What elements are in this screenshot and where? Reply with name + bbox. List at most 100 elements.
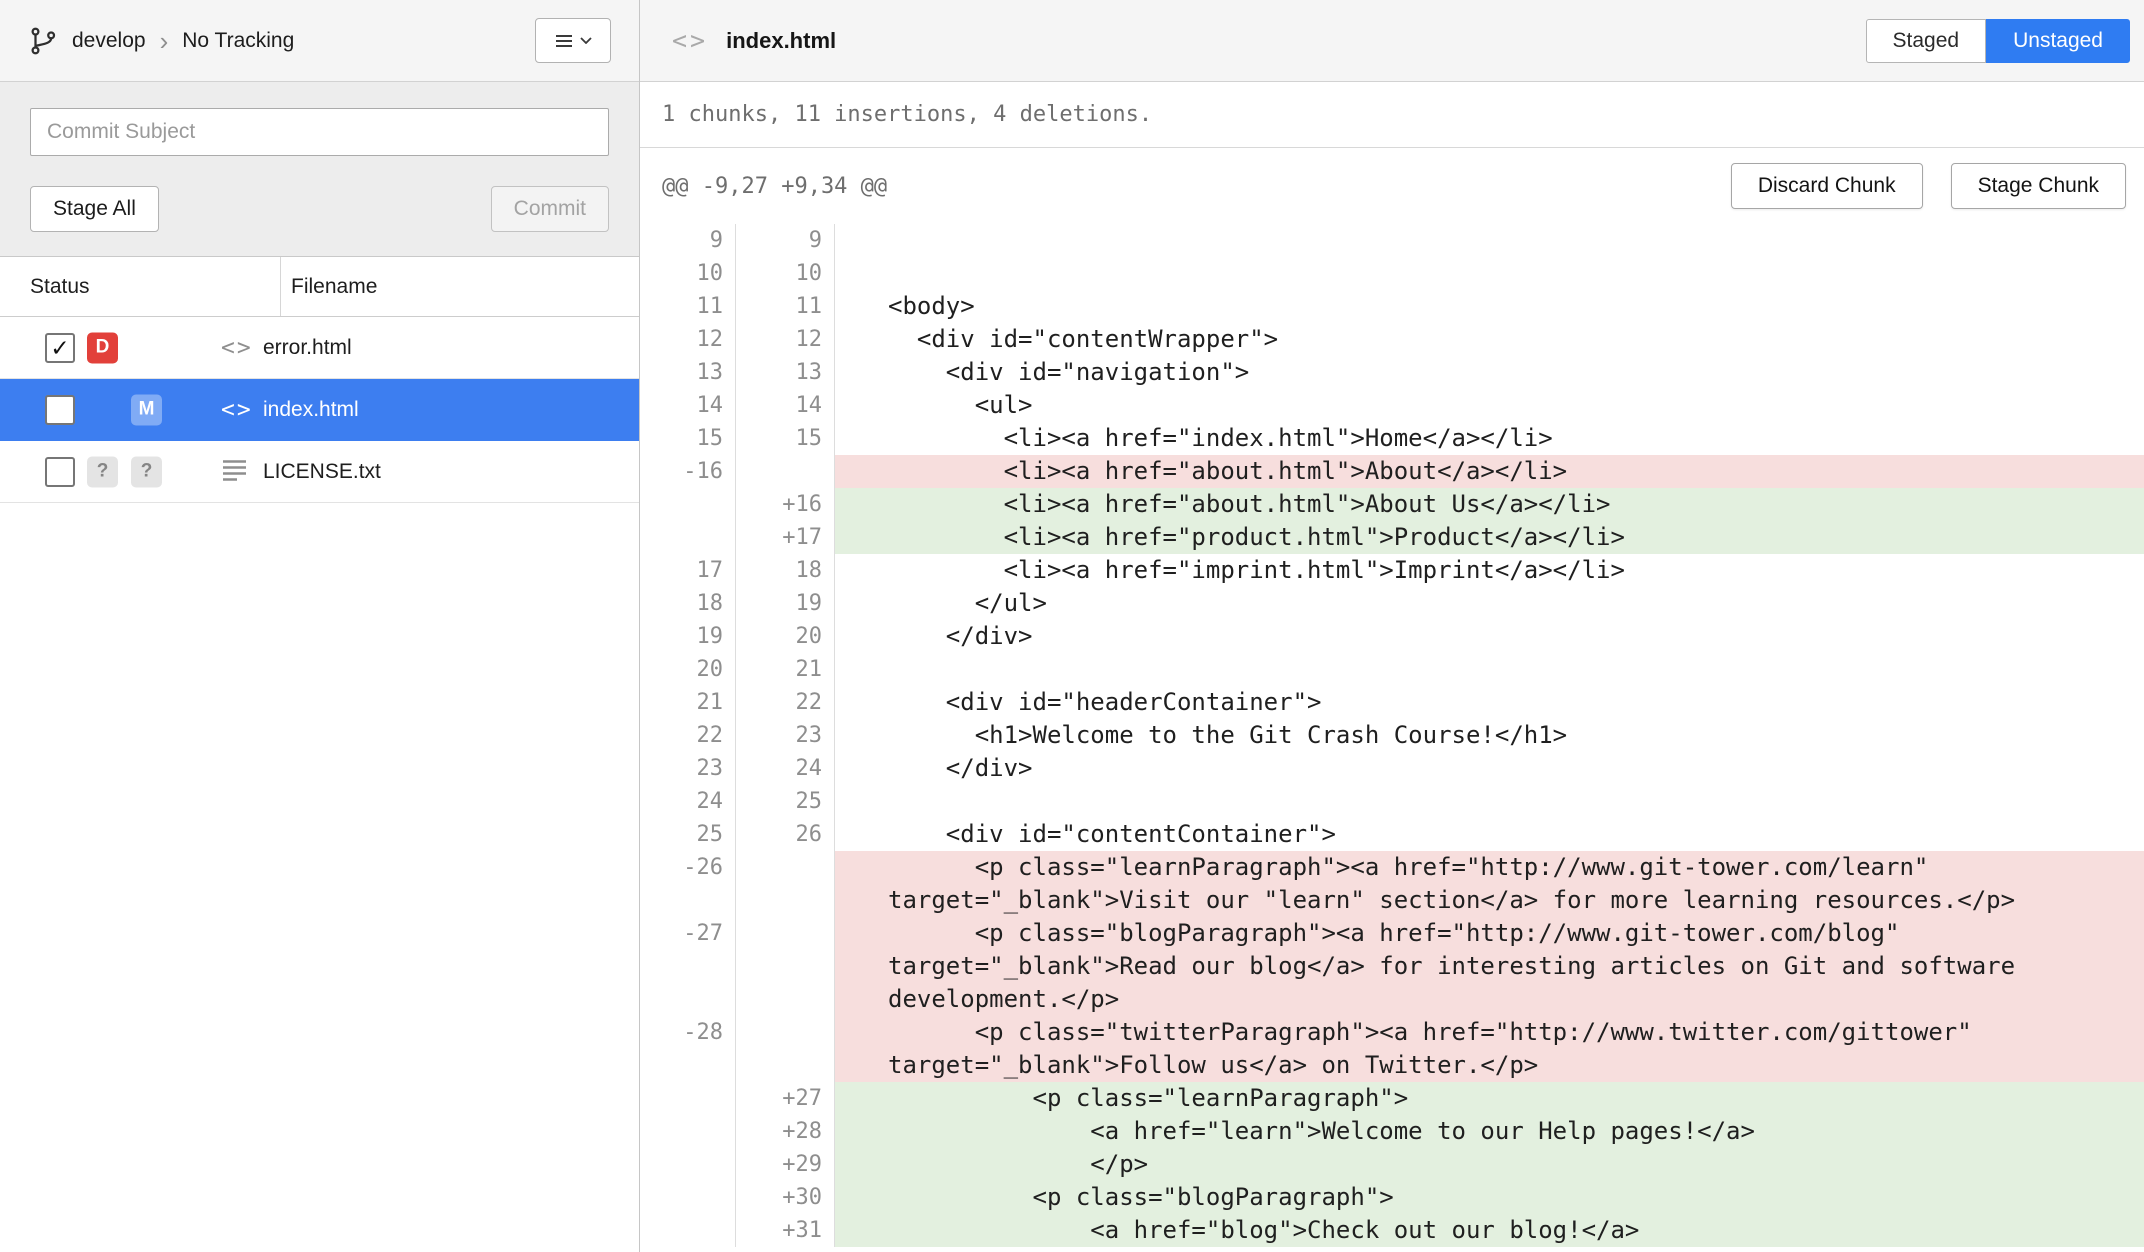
new-line-number: 21 <box>736 653 835 686</box>
commit-button[interactable]: Commit <box>491 186 609 232</box>
diff-line[interactable]: 2324 </div> <box>640 752 2144 785</box>
status-badge-deleted: D <box>87 332 118 363</box>
code-glyph <box>221 342 253 359</box>
chevron-down-icon <box>580 37 592 44</box>
diff-line[interactable]: 1920 </div> <box>640 620 2144 653</box>
code-text: <li><a href="index.html">Home</a></li> <box>835 422 2144 455</box>
diff-line[interactable]: 2122 <div id="headerContainer"> <box>640 686 2144 719</box>
filename: LICENSE.txt <box>263 460 381 484</box>
diff-line[interactable]: -16 <li><a href="about.html">About</a></… <box>640 455 2144 488</box>
tab-staged[interactable]: Staged <box>1866 19 1987 63</box>
filename: index.html <box>263 398 359 422</box>
old-line-number: 13 <box>640 356 736 389</box>
commit-subject-input[interactable] <box>30 108 609 156</box>
stage-checkbox[interactable] <box>45 395 75 425</box>
old-line-number <box>640 1148 736 1181</box>
file-row[interactable]: Derror.html <box>0 317 639 379</box>
new-line-number: +29 <box>736 1148 835 1181</box>
diff-line[interactable]: +31 <a href="blog">Check out our blog!</… <box>640 1214 2144 1247</box>
filename-column-header: Filename <box>291 275 377 299</box>
diff-line[interactable]: +29 </p> <box>640 1148 2144 1181</box>
branch-menu-button[interactable] <box>535 18 611 63</box>
diff-line[interactable]: +17 <li><a href="product.html">Product</… <box>640 521 2144 554</box>
code-text <box>835 653 2144 686</box>
diff-line[interactable]: -28 <p class="twitterParagraph"><a href=… <box>640 1016 2144 1082</box>
stage-checkbox[interactable] <box>45 333 75 363</box>
text-file-icon <box>221 456 248 487</box>
discard-chunk-button[interactable]: Discard Chunk <box>1731 163 1923 209</box>
diff-line[interactable]: 1313 <div id="navigation"> <box>640 356 2144 389</box>
code-text: <p class="learnParagraph"> <box>835 1082 2144 1115</box>
diff-line[interactable]: 1414 <ul> <box>640 389 2144 422</box>
diff-line[interactable]: 99 <box>640 224 2144 257</box>
code-text: <div id="navigation"> <box>835 356 2144 389</box>
diff-line[interactable]: 2425 <box>640 785 2144 818</box>
diff-line[interactable]: +30 <p class="blogParagraph"> <box>640 1181 2144 1214</box>
diff-line[interactable]: 1111<body> <box>640 290 2144 323</box>
code-text: <a href="blog">Check out our blog!</a> <box>835 1214 2144 1247</box>
code-text: <div id="headerContainer"> <box>835 686 2144 719</box>
new-line-number: 19 <box>736 587 835 620</box>
code-text: <p class="blogParagraph"><a href="http:/… <box>835 917 2144 1016</box>
code-text: </ul> <box>835 587 2144 620</box>
text-lines <box>221 456 248 482</box>
code-text: <h1>Welcome to the Git Crash Course!</h1… <box>835 719 2144 752</box>
old-line-number: -27 <box>640 917 736 1016</box>
code-text: <p class="twitterParagraph"><a href="htt… <box>835 1016 2144 1082</box>
diff-line[interactable]: +16 <li><a href="about.html">About Us</a… <box>640 488 2144 521</box>
old-line-number <box>640 1082 736 1115</box>
diff-line[interactable]: 2223 <h1>Welcome to the Git Crash Course… <box>640 719 2144 752</box>
old-line-number: 14 <box>640 389 736 422</box>
new-line-number: 24 <box>736 752 835 785</box>
new-line-number: 25 <box>736 785 835 818</box>
diff-line[interactable]: 1010 <box>640 257 2144 290</box>
stage-chunk-button[interactable]: Stage Chunk <box>1951 163 2126 209</box>
diff-toolbar: index.html Staged Unstaged <box>640 0 2144 82</box>
staged-unstaged-toggle: Staged Unstaged <box>1866 19 2130 63</box>
code-text: </div> <box>835 620 2144 653</box>
stage-checkbox[interactable] <box>45 457 75 487</box>
old-line-number <box>640 521 736 554</box>
new-line-number: 15 <box>736 422 835 455</box>
branch-toolbar: develop No Tracking <box>0 0 639 82</box>
menu-icon <box>555 34 573 48</box>
diff-line[interactable]: -27 <p class="blogParagraph"><a href="ht… <box>640 917 2144 1016</box>
diff-line[interactable]: 1819 </ul> <box>640 587 2144 620</box>
code-text: <ul> <box>835 389 2144 422</box>
diff-line[interactable]: 2526 <div id="contentContainer"> <box>640 818 2144 851</box>
old-line-number: 21 <box>640 686 736 719</box>
diff-line[interactable]: 2021 <box>640 653 2144 686</box>
chunk-header: @@ -9,27 +9,34 @@ Discard Chunk Stage Ch… <box>640 148 2144 224</box>
old-line-number <box>640 1115 736 1148</box>
code-text: </p> <box>835 1148 2144 1181</box>
commit-panel: Stage All Commit <box>0 82 639 257</box>
new-line-number: 18 <box>736 554 835 587</box>
sidebar: develop No Tracking Stage All Commit Sta… <box>0 0 640 1252</box>
diff-summary-bar: 1 chunks, 11 insertions, 4 deletions. <box>640 82 2144 148</box>
diff-line[interactable]: -26 <p class="learnParagraph"><a href="h… <box>640 851 2144 917</box>
tab-unstaged[interactable]: Unstaged <box>1986 19 2130 63</box>
diff-line[interactable]: 1515 <li><a href="index.html">Home</a></… <box>640 422 2144 455</box>
diff-line[interactable]: 1212 <div id="contentWrapper"> <box>640 323 2144 356</box>
new-line-number: 14 <box>736 389 835 422</box>
file-row[interactable]: Mindex.html <box>0 379 639 441</box>
chevron-right-icon <box>160 28 169 54</box>
new-line-number: 23 <box>736 719 835 752</box>
new-line-number: 22 <box>736 686 835 719</box>
code-file-icon <box>221 335 253 361</box>
stage-all-button[interactable]: Stage All <box>30 186 159 232</box>
old-line-number: 10 <box>640 257 736 290</box>
file-row[interactable]: ??LICENSE.txt <box>0 441 639 503</box>
status-badge-modified: M <box>131 394 162 425</box>
diff-line[interactable]: +27 <p class="learnParagraph"> <box>640 1082 2144 1115</box>
old-line-number <box>640 488 736 521</box>
old-line-number: 9 <box>640 224 736 257</box>
new-line-number: 10 <box>736 257 835 290</box>
diff-line[interactable]: +28 <a href="learn">Welcome to our Help … <box>640 1115 2144 1148</box>
status-badge-untracked: ? <box>131 456 162 487</box>
diff-line[interactable]: 1718 <li><a href="imprint.html">Imprint<… <box>640 554 2144 587</box>
old-line-number: 24 <box>640 785 736 818</box>
chunk-range-text: @@ -9,27 +9,34 @@ <box>662 174 887 199</box>
diff-summary-text: 1 chunks, 11 insertions, 4 deletions. <box>662 102 1152 127</box>
diff-panel: index.html Staged Unstaged 1 chunks, 11 … <box>640 0 2144 1252</box>
